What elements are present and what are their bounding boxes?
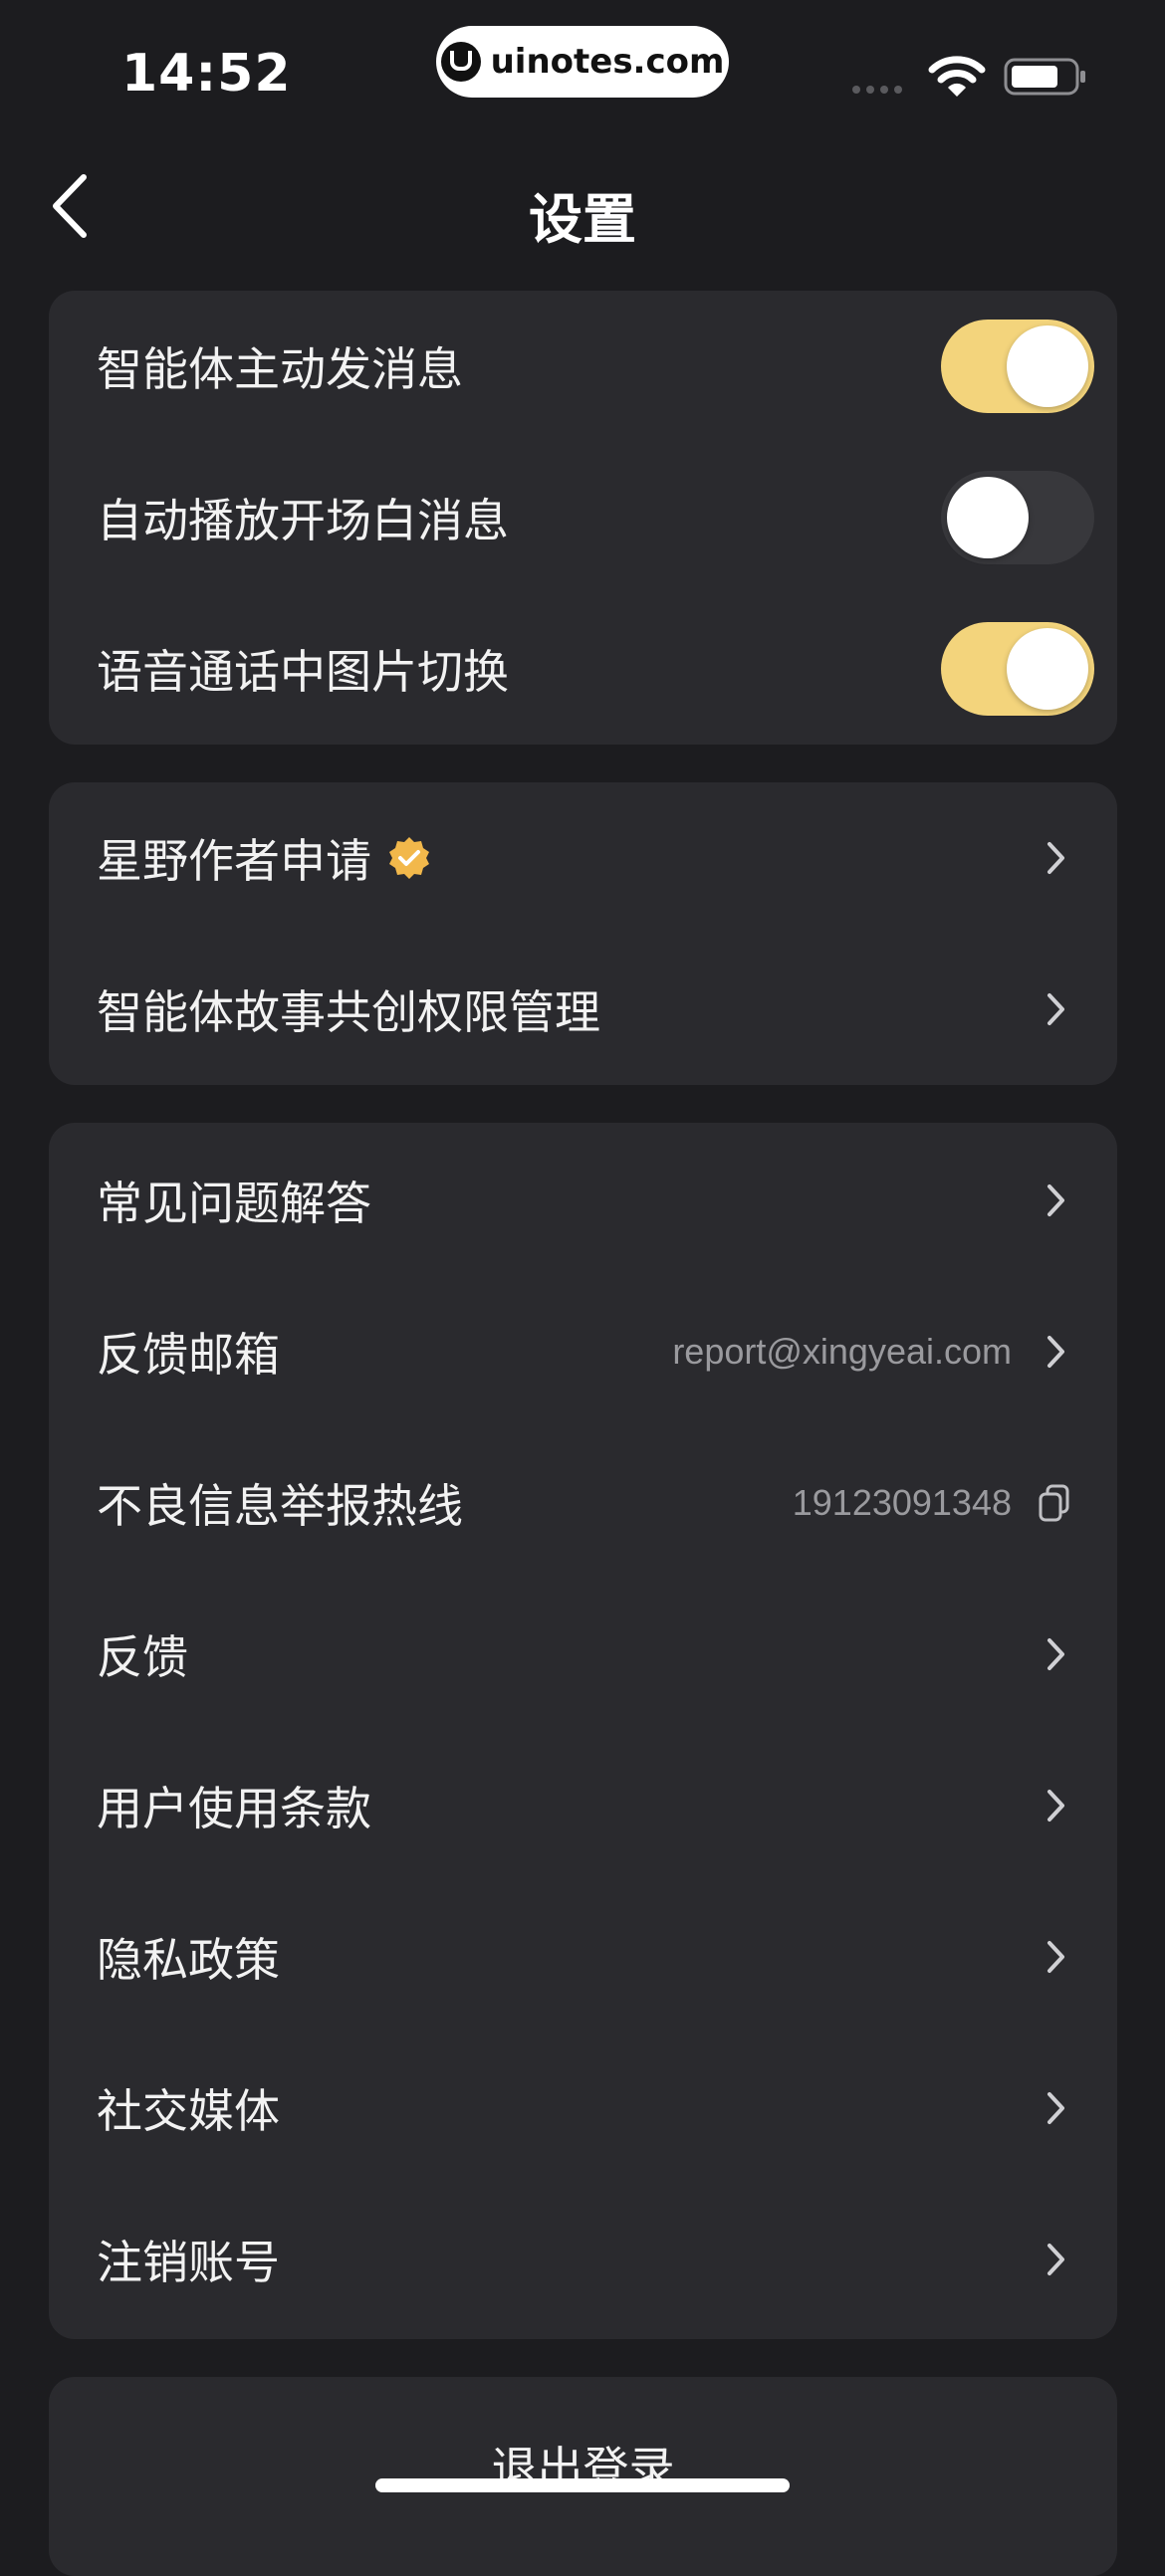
feedback-email-value: report@xingyeai.com (672, 1331, 1012, 1372)
social-media-row[interactable]: 社交媒体 (49, 2033, 1117, 2184)
chevron-right-icon (1048, 1790, 1064, 1822)
faq-label: 常见问题解答 (97, 1177, 371, 1230)
chevron-right-icon (1048, 993, 1064, 1025)
terms-of-use-label: 用户使用条款 (97, 1782, 371, 1835)
report-hotline-row: 不良信息举报热线 19123091348 (49, 1427, 1117, 1579)
verified-badge-icon (389, 837, 429, 879)
toggle-knob (947, 477, 1029, 558)
creator-application-label: 星野作者申请 (97, 834, 371, 888)
setting-label: 智能体主动发消息 (97, 342, 463, 396)
social-media-label: 社交媒体 (97, 2084, 280, 2138)
setting-row-agent-proactive-message: 智能体主动发消息 (49, 291, 1117, 442)
report-hotline-value: 19123091348 (792, 1482, 1012, 1523)
terms-of-use-row[interactable]: 用户使用条款 (49, 1730, 1117, 1881)
chevron-right-icon (1048, 1184, 1064, 1216)
battery-icon (1004, 58, 1085, 96)
feedback-row[interactable]: 反馈 (49, 1579, 1117, 1730)
watermark-text: uinotes.com (490, 42, 725, 82)
feedback-email-row[interactable]: 反馈邮箱 report@xingyeai.com (49, 1276, 1117, 1427)
logout-button[interactable]: 退出登录 (49, 2377, 1117, 2576)
creator-application-row[interactable]: 星野作者申请 (49, 782, 1117, 934)
chevron-right-icon (1048, 2092, 1064, 2124)
delete-account-label: 注销账号 (97, 2236, 280, 2289)
status-bar: 14:52 uinotes.com (0, 0, 1165, 139)
home-indicator (375, 2478, 790, 2492)
chevron-right-icon (1048, 1336, 1064, 1368)
autoplay-opening-toggle[interactable] (941, 471, 1094, 564)
cellular-signal-icon (852, 86, 908, 94)
story-cocreation-permission-row[interactable]: 智能体故事共创权限管理 (49, 934, 1117, 1085)
delete-account-row[interactable]: 注销账号 (49, 2184, 1117, 2335)
page-title: 设置 (529, 188, 636, 251)
toggle-knob (1007, 325, 1088, 407)
report-hotline-label: 不良信息举报热线 (97, 1479, 463, 1533)
status-time: 14:52 (121, 44, 292, 104)
faq-row[interactable]: 常见问题解答 (49, 1125, 1117, 1276)
feedback-label: 反馈 (97, 1630, 188, 1684)
setting-label: 自动播放开场白消息 (97, 494, 509, 547)
setting-row-voice-call-image-switch: 语音通话中图片切换 (49, 593, 1117, 745)
watermark-logo-icon (440, 42, 481, 82)
chevron-right-icon (1048, 1941, 1064, 1973)
wifi-icon (928, 56, 986, 97)
navigation-bar: 设置 (0, 139, 1165, 269)
chevron-right-icon (1048, 1638, 1064, 1670)
copy-icon[interactable] (1038, 1483, 1071, 1523)
creator-settings-card: 星野作者申请 智能体故事共创权限管理 (49, 782, 1117, 1085)
feedback-email-label: 反馈邮箱 (97, 1328, 280, 1382)
setting-row-autoplay-opening: 自动播放开场白消息 (49, 442, 1117, 593)
toggle-knob (1007, 628, 1088, 710)
privacy-policy-label: 隐私政策 (97, 1933, 280, 1987)
chevron-right-icon (1048, 2244, 1064, 2275)
watermark-badge: uinotes.com (436, 26, 729, 98)
story-cocreation-permission-label: 智能体故事共创权限管理 (97, 985, 600, 1039)
chevron-right-icon (1048, 842, 1064, 874)
toggle-settings-card: 智能体主动发消息 自动播放开场白消息 语音通话中图片切换 (49, 291, 1117, 745)
agent-proactive-message-toggle[interactable] (941, 320, 1094, 413)
privacy-policy-row[interactable]: 隐私政策 (49, 1881, 1117, 2033)
help-settings-card: 常见问题解答 反馈邮箱 report@xingyeai.com 不良信息举报热线… (49, 1123, 1117, 2339)
setting-label: 语音通话中图片切换 (97, 645, 509, 699)
voice-call-image-switch-toggle[interactable] (941, 622, 1094, 716)
